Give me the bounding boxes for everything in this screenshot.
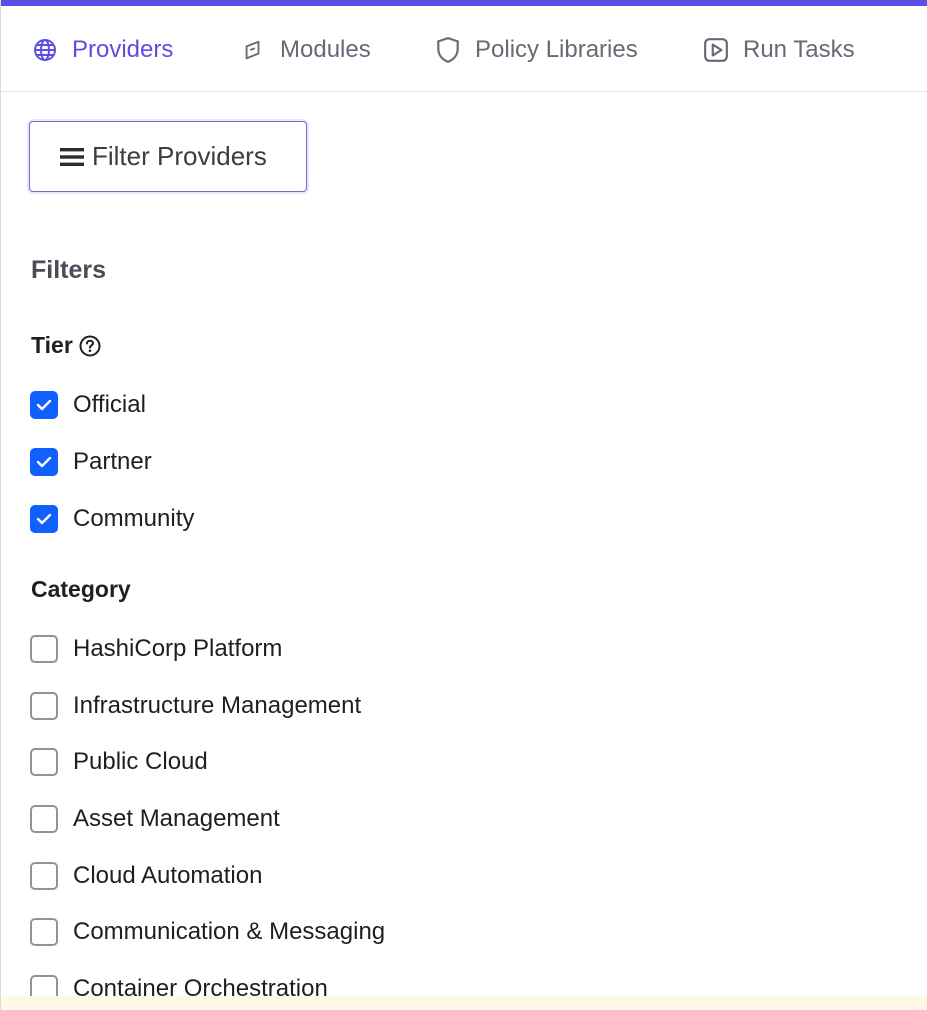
option-label: Partner [73,448,152,475]
play-square-icon [703,37,729,63]
shield-icon [435,37,461,63]
option-label: Cloud Automation [73,862,263,889]
tab-label: Providers [72,36,174,63]
checkbox[interactable] [30,448,58,476]
checkbox[interactable] [30,692,58,720]
filters-heading: Filters [31,256,107,284]
tier-section-title: Tier [31,332,101,359]
tab-label: Modules [280,36,371,63]
tab-providers[interactable]: Providers [32,28,173,72]
tab-run-tasks[interactable]: Run Tasks [703,28,855,72]
tab-label: Policy Libraries [475,36,638,63]
option-label: Infrastructure Management [73,692,362,719]
checkbox[interactable] [30,748,58,776]
option-label: Asset Management [73,805,280,832]
category-option-public-cloud[interactable]: Public Cloud [30,747,208,777]
tier-option-official[interactable]: Official [30,390,146,420]
tab-modules[interactable]: Modules [240,28,371,72]
category-option-communication-messaging[interactable]: Communication & Messaging [30,917,385,947]
question-circle-icon[interactable] [79,335,101,357]
option-label: Public Cloud [73,748,208,775]
tier-option-community[interactable]: Community [30,504,194,534]
page: Providers Modules Policy Libraries Run T… [0,0,927,1010]
category-option-cloud-automation[interactable]: Cloud Automation [30,861,262,891]
filter-providers-button[interactable]: Filter Providers [29,121,307,192]
globe-icon [32,37,58,63]
checkbox[interactable] [30,635,58,663]
category-option-asset-management[interactable]: Asset Management [30,804,280,834]
checkbox[interactable] [30,862,58,890]
bottom-banner-edge [1,996,927,1010]
checkbox[interactable] [30,505,58,533]
option-label: Community [73,505,195,532]
category-title: Category [31,576,131,602]
checkbox[interactable] [30,391,58,419]
registry-tabs: Providers Modules Policy Libraries Run T… [1,6,927,92]
tier-option-partner[interactable]: Partner [30,447,152,477]
category-section-title: Category [31,576,131,603]
checkbox[interactable] [30,918,58,946]
module-icon [240,37,266,63]
checkbox[interactable] [30,805,58,833]
tab-label: Run Tasks [743,36,855,63]
tier-title: Tier [31,332,73,358]
category-option-hashicorp-platform[interactable]: HashiCorp Platform [30,634,282,664]
option-label: Communication & Messaging [73,918,386,945]
tab-policy-libraries[interactable]: Policy Libraries [435,28,638,72]
option-label: Official [73,391,146,418]
category-option-infrastructure-management[interactable]: Infrastructure Management [30,691,361,721]
option-label: HashiCorp Platform [73,635,283,662]
filter-button-label: Filter Providers [92,141,267,171]
menu-icon [60,147,84,167]
